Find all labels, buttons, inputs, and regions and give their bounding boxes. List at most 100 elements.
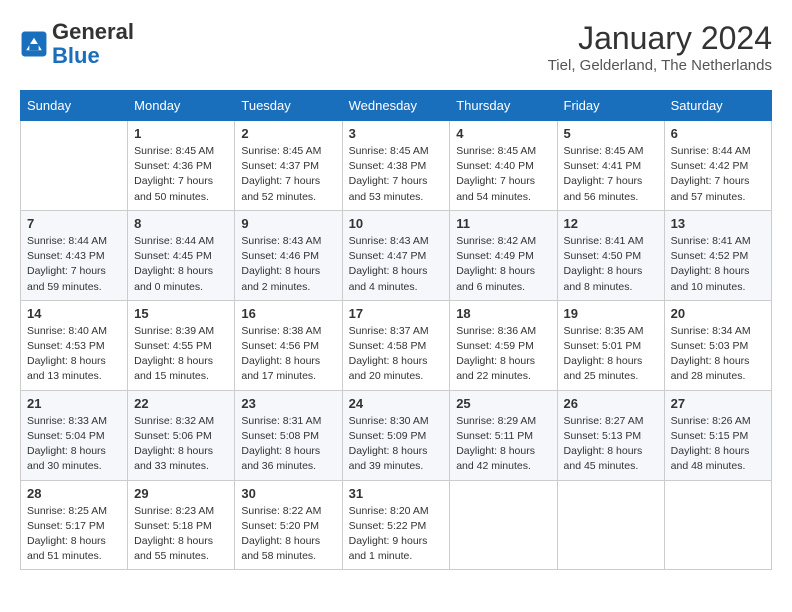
day-info: Sunrise: 8:33 AMSunset: 5:04 PMDaylight:… [27,414,121,475]
day-cell: 16Sunrise: 8:38 AMSunset: 4:56 PMDayligh… [235,300,342,390]
day-number: 12 [564,216,658,231]
day-info: Sunrise: 8:32 AMSunset: 5:06 PMDaylight:… [134,414,228,475]
week-row-2: 7 Sunrise: 8:44 AMSunset: 4:43 PMDaylight… [21,210,772,300]
day-cell: 21 Sunrise: 8:33 AMSunset: 5:04 PMDayligh… [21,390,128,480]
day-number: 20 [671,306,765,321]
day-cell: 23 Sunrise: 8:31 AMSunset: 5:08 PMDayligh… [235,390,342,480]
logo-general: General [52,19,134,44]
day-cell: 8 Sunrise: 8:44 AMSunset: 4:45 PMDaylight… [128,210,235,300]
day-cell: 15Sunrise: 8:39 AMSunset: 4:55 PMDayligh… [128,300,235,390]
logo-icon [20,30,48,58]
day-info: Sunrise: 8:26 AMSunset: 5:15 PMDaylight:… [671,414,765,475]
weekday-sunday: Sunday [21,91,128,121]
day-cell [557,480,664,570]
day-info: Sunrise: 8:27 AMSunset: 5:13 PMDaylight:… [564,414,658,475]
day-info: Sunrise: 8:42 AMSunset: 4:49 PMDaylight:… [456,234,550,295]
day-info: Sunrise: 8:45 AMSunset: 4:38 PMDaylight:… [349,144,444,205]
day-number: 18 [456,306,550,321]
month-title: January 2024 [548,20,772,57]
day-cell: 6 Sunrise: 8:44 AMSunset: 4:42 PMDaylight… [664,121,771,211]
day-number: 5 [564,126,658,141]
day-number: 13 [671,216,765,231]
logo-text: General Blue [52,20,134,68]
day-number: 17 [349,306,444,321]
day-info: Sunrise: 8:38 AMSunset: 4:56 PMDaylight:… [241,324,335,385]
day-number: 23 [241,396,335,411]
day-cell: 2 Sunrise: 8:45 AMSunset: 4:37 PMDaylight… [235,121,342,211]
weekday-saturday: Saturday [664,91,771,121]
day-cell [450,480,557,570]
day-number: 25 [456,396,550,411]
day-info: Sunrise: 8:43 AMSunset: 4:46 PMDaylight:… [241,234,335,295]
day-cell: 30Sunrise: 8:22 AMSunset: 5:20 PMDayligh… [235,480,342,570]
title-area: January 2024 Tiel, Gelderland, The Nethe… [548,20,772,74]
day-number: 10 [349,216,444,231]
day-cell [664,480,771,570]
day-number: 26 [564,396,658,411]
day-info: Sunrise: 8:41 AMSunset: 4:50 PMDaylight:… [564,234,658,295]
day-cell: 14Sunrise: 8:40 AMSunset: 4:53 PMDayligh… [21,300,128,390]
weekday-monday: Monday [128,91,235,121]
day-cell: 24 Sunrise: 8:30 AMSunset: 5:09 PMDayligh… [342,390,450,480]
day-number: 29 [134,486,228,501]
day-info: Sunrise: 8:45 AMSunset: 4:37 PMDaylight:… [241,144,335,205]
day-info: Sunrise: 8:34 AMSunset: 5:03 PMDaylight:… [671,324,765,385]
weekday-friday: Friday [557,91,664,121]
calendar-table: SundayMondayTuesdayWednesdayThursdayFrid… [20,90,772,570]
day-number: 28 [27,486,121,501]
logo-blue: Blue [52,43,100,68]
day-cell: 20 Sunrise: 8:34 AMSunset: 5:03 PMDayligh… [664,300,771,390]
day-cell: 22 Sunrise: 8:32 AMSunset: 5:06 PMDayligh… [128,390,235,480]
day-number: 14 [27,306,121,321]
day-info: Sunrise: 8:44 AMSunset: 4:43 PMDaylight:… [27,234,121,295]
day-cell: 13 Sunrise: 8:41 AMSunset: 4:52 PMDayligh… [664,210,771,300]
day-number: 9 [241,216,335,231]
weekday-header-row: SundayMondayTuesdayWednesdayThursdayFrid… [21,91,772,121]
weekday-wednesday: Wednesday [342,91,450,121]
day-cell: 12 Sunrise: 8:41 AMSunset: 4:50 PMDayligh… [557,210,664,300]
day-info: Sunrise: 8:22 AMSunset: 5:20 PMDaylight:… [241,504,335,565]
day-info: Sunrise: 8:44 AMSunset: 4:42 PMDaylight:… [671,144,765,205]
day-cell: 1 Sunrise: 8:45 AMSunset: 4:36 PMDaylight… [128,121,235,211]
day-cell: 11 Sunrise: 8:42 AMSunset: 4:49 PMDayligh… [450,210,557,300]
day-number: 2 [241,126,335,141]
day-number: 21 [27,396,121,411]
day-number: 15 [134,306,228,321]
day-info: Sunrise: 8:29 AMSunset: 5:11 PMDaylight:… [456,414,550,475]
day-number: 11 [456,216,550,231]
day-cell: 4Sunrise: 8:45 AMSunset: 4:40 PMDaylight… [450,121,557,211]
day-number: 7 [27,216,121,231]
day-number: 24 [349,396,444,411]
day-cell: 31Sunrise: 8:20 AMSunset: 5:22 PMDayligh… [342,480,450,570]
day-cell: 29 Sunrise: 8:23 AMSunset: 5:18 PMDayligh… [128,480,235,570]
weekday-tuesday: Tuesday [235,91,342,121]
day-info: Sunrise: 8:45 AMSunset: 4:40 PMDaylight:… [456,144,550,205]
calendar-body: 1 Sunrise: 8:45 AMSunset: 4:36 PMDaylight… [21,121,772,570]
day-number: 8 [134,216,228,231]
day-number: 6 [671,126,765,141]
day-info: Sunrise: 8:31 AMSunset: 5:08 PMDaylight:… [241,414,335,475]
day-cell [21,121,128,211]
day-info: Sunrise: 8:41 AMSunset: 4:52 PMDaylight:… [671,234,765,295]
day-number: 22 [134,396,228,411]
day-number: 19 [564,306,658,321]
week-row-1: 1 Sunrise: 8:45 AMSunset: 4:36 PMDaylight… [21,121,772,211]
day-info: Sunrise: 8:35 AMSunset: 5:01 PMDaylight:… [564,324,658,385]
location-title: Tiel, Gelderland, The Netherlands [548,57,772,74]
day-info: Sunrise: 8:45 AMSunset: 4:36 PMDaylight:… [134,144,228,205]
week-row-3: 14Sunrise: 8:40 AMSunset: 4:53 PMDayligh… [21,300,772,390]
day-cell: 25 Sunrise: 8:29 AMSunset: 5:11 PMDayligh… [450,390,557,480]
day-info: Sunrise: 8:37 AMSunset: 4:58 PMDaylight:… [349,324,444,385]
day-info: Sunrise: 8:23 AMSunset: 5:18 PMDaylight:… [134,504,228,565]
day-info: Sunrise: 8:45 AMSunset: 4:41 PMDaylight:… [564,144,658,205]
day-info: Sunrise: 8:30 AMSunset: 5:09 PMDaylight:… [349,414,444,475]
day-number: 1 [134,126,228,141]
day-number: 31 [349,486,444,501]
day-info: Sunrise: 8:43 AMSunset: 4:47 PMDaylight:… [349,234,444,295]
day-cell: 10 Sunrise: 8:43 AMSunset: 4:47 PMDayligh… [342,210,450,300]
day-info: Sunrise: 8:44 AMSunset: 4:45 PMDaylight:… [134,234,228,295]
day-info: Sunrise: 8:25 AMSunset: 5:17 PMDaylight:… [27,504,121,565]
day-number: 27 [671,396,765,411]
day-cell: 3Sunrise: 8:45 AMSunset: 4:38 PMDaylight… [342,121,450,211]
day-cell: 26 Sunrise: 8:27 AMSunset: 5:13 PMDayligh… [557,390,664,480]
